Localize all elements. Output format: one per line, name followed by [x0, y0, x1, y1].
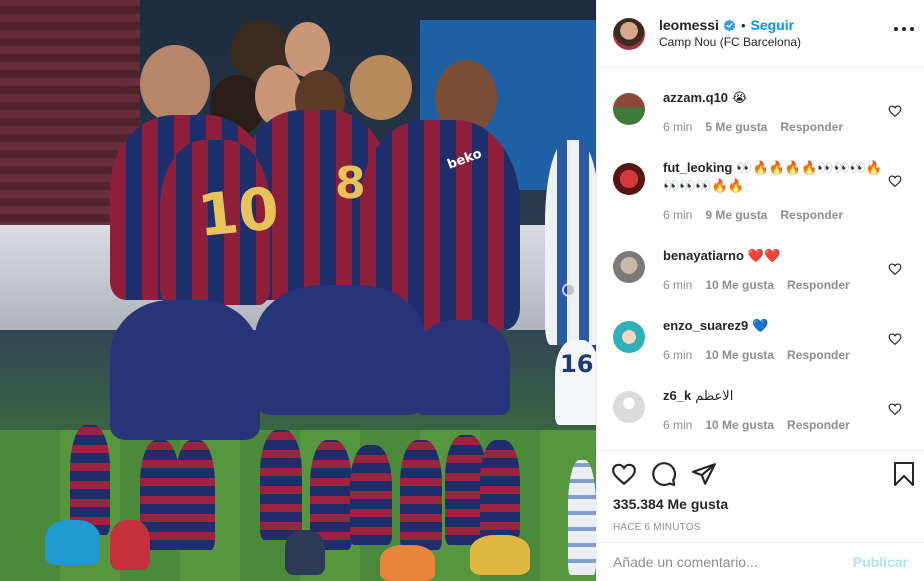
comment-item: enzo_suarez9 💙 6 min 10 Me gusta Responder: [613, 304, 908, 374]
player-sock: [70, 425, 110, 535]
like-heart-icon[interactable]: [611, 461, 637, 487]
comment-time[interactable]: 6 min: [663, 418, 692, 434]
comment-bubble-icon[interactable]: [651, 461, 677, 487]
post-photo[interactable]: 10 8 16 beko: [0, 0, 596, 581]
more-options-icon[interactable]: [894, 27, 914, 33]
player-sock: [260, 430, 302, 540]
likes-count[interactable]: 335.384 Me gusta: [597, 496, 924, 518]
comment-likes[interactable]: 10 Me gusta: [705, 418, 774, 434]
instagram-post: 10 8 16 beko leomessi • Seguir Camp Nou …: [0, 0, 924, 581]
comment-item: z6_k الاعظم 6 min 10 Me gusta Responder: [613, 374, 908, 444]
comment-text: الاعظم: [695, 388, 734, 403]
avatar[interactable]: [613, 251, 645, 283]
comment-item: azzam.q10 😭 6 min 5 Me gusta Responder: [613, 76, 908, 146]
player-sock: [350, 445, 392, 545]
comment-time[interactable]: 6 min: [663, 348, 692, 364]
like-comment-heart-icon[interactable]: [888, 262, 902, 276]
user-line: leomessi • Seguir: [659, 17, 801, 34]
player-shorts: [110, 300, 260, 440]
comment-input[interactable]: [613, 554, 843, 570]
reply-button[interactable]: Responder: [787, 278, 850, 294]
comment-list[interactable]: azzam.q10 😭 6 min 5 Me gusta Responder fut_…: [597, 68, 924, 450]
post-actions-bar: [597, 450, 924, 496]
player-boot: [285, 530, 325, 575]
publish-button[interactable]: Publicar: [853, 554, 908, 570]
comment-time[interactable]: 6 min: [663, 208, 692, 224]
like-comment-heart-icon[interactable]: [888, 332, 902, 346]
opponent-jersey: [545, 140, 596, 345]
player-sock: [480, 440, 520, 540]
like-comment-heart-icon[interactable]: [888, 174, 902, 188]
comment-username[interactable]: fut_leoking: [663, 160, 732, 175]
player-sock: [400, 440, 442, 550]
comment-likes[interactable]: 10 Me gusta: [705, 278, 774, 294]
player-boot: [45, 520, 100, 565]
comment-item: benayatiarno ❤️❤️ 6 min 10 Me gusta Respond…: [613, 234, 908, 304]
separator-dot: •: [740, 17, 746, 33]
jersey-number: 10: [194, 173, 283, 251]
player-boot: [110, 520, 150, 570]
avatar[interactable]: [613, 17, 645, 50]
verified-badge-icon: [723, 19, 736, 31]
like-comment-heart-icon[interactable]: [888, 104, 902, 118]
player-boot: [470, 535, 530, 575]
reply-button[interactable]: Responder: [780, 208, 843, 224]
comment-composer: Publicar: [597, 542, 924, 581]
share-paper-plane-icon[interactable]: [691, 461, 717, 487]
comment-text: 💙: [752, 318, 769, 333]
username[interactable]: leomessi: [659, 17, 719, 34]
comment-username[interactable]: azzam.q10: [663, 90, 728, 105]
away-number: 16: [560, 350, 594, 378]
comment-likes[interactable]: 10 Me gusta: [705, 348, 774, 364]
opponent-sock: [568, 460, 596, 575]
comment-time[interactable]: 6 min: [663, 278, 692, 294]
default-avatar[interactable]: [613, 391, 645, 423]
comment-username[interactable]: enzo_suarez9: [663, 318, 748, 333]
location-link[interactable]: Camp Nou (FC Barcelona): [659, 34, 801, 51]
player-head: [140, 45, 210, 123]
comment-item: fut_leoking 👀🔥🔥🔥🔥👀👀👀🔥👀👀👀🔥🔥 6 min 9 Me gust…: [613, 146, 908, 234]
post-header: leomessi • Seguir Camp Nou (FC Barcelona…: [597, 0, 924, 68]
carousel-indicator[interactable]: [562, 283, 576, 297]
player-shorts: [415, 320, 510, 415]
reply-button[interactable]: Responder: [787, 418, 850, 434]
reply-button[interactable]: Responder: [787, 348, 850, 364]
bookmark-icon[interactable]: [892, 461, 916, 487]
player-sock: [175, 440, 215, 550]
comment-likes[interactable]: 5 Me gusta: [705, 120, 767, 136]
reply-button[interactable]: Responder: [780, 120, 843, 136]
comment-likes[interactable]: 9 Me gusta: [705, 208, 767, 224]
player-head: [350, 55, 412, 120]
like-comment-heart-icon[interactable]: [888, 402, 902, 416]
post-side-panel: leomessi • Seguir Camp Nou (FC Barcelona…: [596, 0, 924, 581]
avatar[interactable]: [613, 163, 645, 195]
jersey-number: 8: [335, 158, 366, 209]
comment-username[interactable]: benayatiarno: [663, 248, 744, 263]
player-boot: [380, 545, 435, 581]
player-shorts: [255, 285, 425, 415]
comment-time[interactable]: 6 min: [663, 120, 692, 136]
header-text: leomessi • Seguir Camp Nou (FC Barcelona…: [659, 17, 801, 51]
comment-text: ❤️❤️: [747, 248, 781, 263]
avatar[interactable]: [613, 321, 645, 353]
avatar[interactable]: [613, 93, 645, 125]
comment-username[interactable]: z6_k: [663, 388, 691, 403]
comment-text: 😭: [732, 90, 748, 105]
post-time[interactable]: HACE 6 MINUTOS: [597, 518, 924, 542]
follow-button[interactable]: Seguir: [751, 17, 795, 34]
